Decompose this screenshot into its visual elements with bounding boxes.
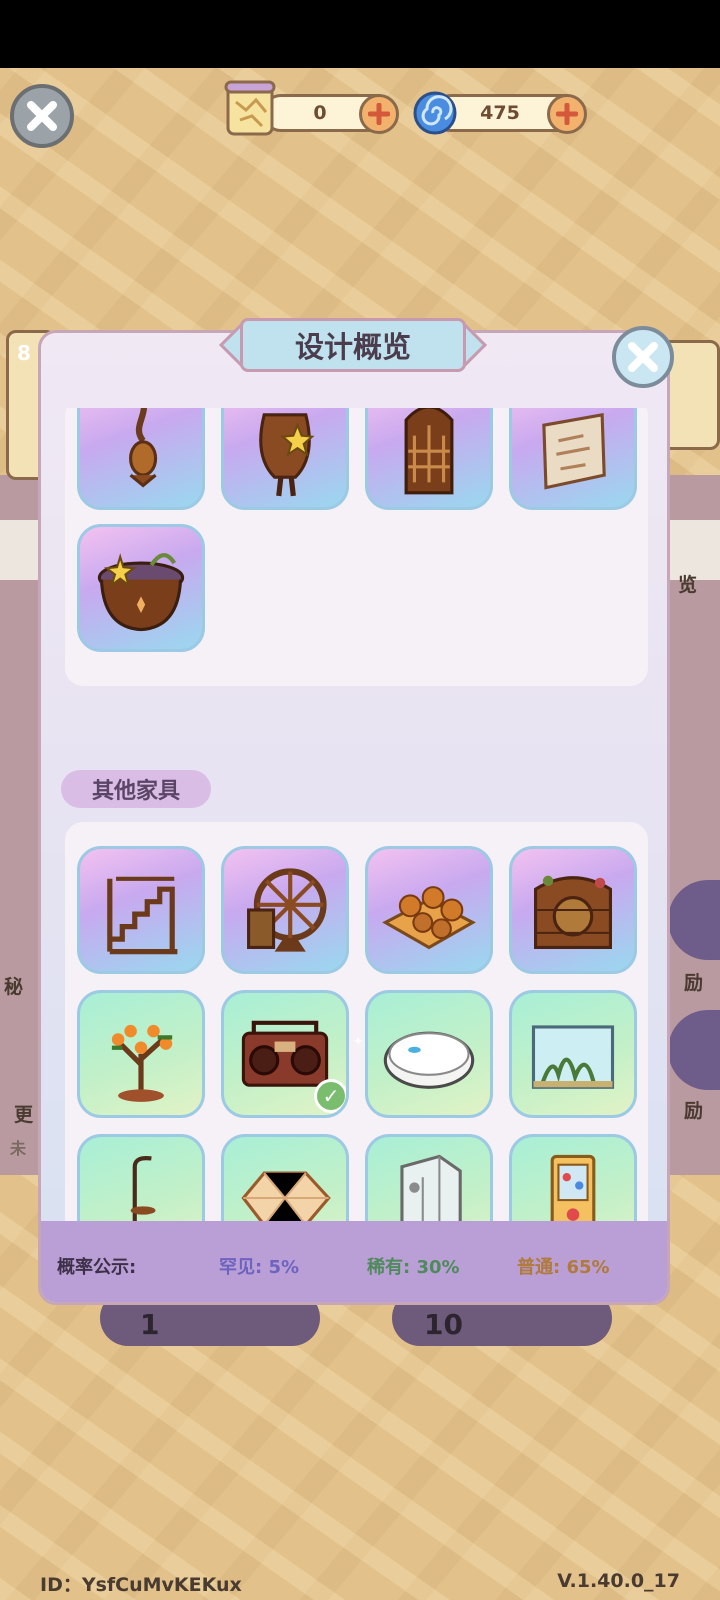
framed-map-icon: [542, 412, 606, 490]
staircase-icon: [107, 876, 178, 955]
item-scroll-area[interactable]: ✦ ✦ ✦ 其他家具: [41, 408, 667, 1221]
draw-once-count: 1: [140, 1308, 160, 1341]
probability-bar: 概率公示: 罕见: 5% 稀有: 30% 普通: 65%: [41, 1221, 667, 1302]
spiral-gem-icon: [412, 90, 458, 136]
witch-cauldron-icon: [97, 553, 185, 632]
section-label-other-furniture: 其他家具: [61, 770, 211, 808]
probability-uncommon: 稀有: 30%: [367, 1257, 460, 1278]
right-label-1: 览: [678, 574, 698, 596]
map-scroll-icon: [222, 80, 280, 140]
dialog-title: 设计概览: [240, 318, 466, 372]
close-icon: [628, 342, 658, 372]
probability-common: 普通: 65%: [517, 1257, 610, 1278]
scroll-resource-value: 0: [313, 102, 327, 124]
item-tile-bread-platter[interactable]: [365, 846, 493, 974]
item-tile-framed-map[interactable]: [509, 408, 637, 510]
item-tile-geometric-rug[interactable]: [221, 1134, 349, 1221]
waterwheel-icon: [247, 868, 327, 952]
gashapon-icon: [550, 1154, 596, 1221]
item-tile-wooden-vase[interactable]: [221, 408, 349, 510]
status-bar: [0, 0, 720, 68]
item-tile-orange-bonsai[interactable]: [77, 990, 205, 1118]
item-tile-aquarium[interactable]: [509, 990, 637, 1118]
item-tile-hanging-ornament[interactable]: [77, 408, 205, 510]
item-tile-staircase[interactable]: [77, 846, 205, 974]
gem-resource-value: 475: [480, 102, 520, 124]
item-tile-robot-vacuum[interactable]: [365, 990, 493, 1118]
sparkle-decoration: ✦: [353, 1034, 364, 1048]
bread-platter-icon: [382, 886, 476, 950]
right-label-3: 励: [684, 1100, 704, 1122]
left-label-3: 未: [10, 1139, 27, 1158]
orange-bonsai-icon: [111, 1024, 173, 1102]
close-icon: [27, 101, 57, 131]
left-badge: 8: [17, 341, 31, 365]
hanging-ornament-icon: [129, 408, 158, 488]
scroll-resource: 0: [262, 94, 399, 134]
item-tile-witch-cauldron[interactable]: [77, 524, 205, 652]
plus-icon: [368, 103, 390, 125]
design-overview-dialog: ✦ ✦ ✦ 其他家具: [38, 330, 670, 1305]
player-id: ID：YsfCuMvKEKux: [40, 1574, 242, 1596]
item-tile-gashapon[interactable]: [509, 1134, 637, 1221]
gothic-screen-icon: [404, 408, 454, 495]
item-tile-gothic-screen[interactable]: [365, 408, 493, 510]
item-tile-waterwheel[interactable]: [221, 846, 349, 974]
probability-label: 概率公示:: [57, 1257, 137, 1278]
gem-add-button[interactable]: [547, 94, 587, 134]
item-tile-barrel-cabinet[interactable]: [509, 846, 637, 974]
draw-ten-count: 10: [424, 1308, 463, 1341]
item-tile-standing-lamp[interactable]: [77, 1134, 205, 1221]
geometric-rug-icon: [241, 1171, 331, 1221]
item-tile-boombox[interactable]: ✓: [221, 990, 349, 1118]
left-label-1: 秘: [4, 976, 24, 998]
right-label-2: 励: [684, 972, 704, 994]
plus-icon: [556, 103, 578, 125]
item-tile-shower-cabin[interactable]: [365, 1134, 493, 1221]
left-label-2: 更: [14, 1104, 34, 1126]
back-close-button[interactable]: [10, 84, 74, 148]
wooden-vase-icon: [259, 413, 315, 497]
aquarium-icon: [531, 1025, 615, 1089]
shower-cabin-icon: [400, 1154, 462, 1221]
standing-lamp-icon: [130, 1156, 156, 1221]
scroll-add-button[interactable]: [359, 94, 399, 134]
app-version: V.1.40.0_17: [557, 1570, 680, 1592]
owned-check-icon: ✓: [314, 1079, 346, 1113]
barrel-cabinet-icon: [534, 875, 612, 949]
dialog-title-banner: 设计概览: [218, 314, 488, 376]
dialog-close-button[interactable]: [612, 326, 674, 388]
probability-rare: 罕见: 5%: [219, 1257, 300, 1278]
robot-vacuum-icon: [383, 1031, 475, 1089]
